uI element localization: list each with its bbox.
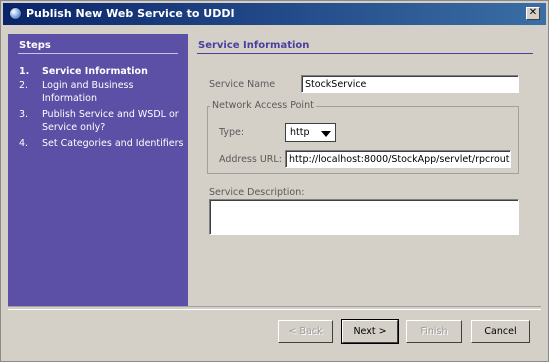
service-description-label: Service Description:: [209, 187, 305, 198]
close-button[interactable]: ✕: [526, 7, 540, 20]
step-number: 4.: [19, 138, 29, 149]
step-label: Login and Business Information: [42, 80, 134, 104]
step-item: 4. Set Categories and Identifiers: [19, 137, 184, 150]
next-button[interactable]: Next >: [341, 319, 399, 344]
service-name-input[interactable]: StockService: [301, 75, 519, 93]
section-divider: [197, 53, 533, 54]
chevron-down-icon[interactable]: [321, 131, 331, 137]
form-panel: Service Information Service Name StockSe…: [188, 34, 541, 306]
globe-icon: [9, 7, 22, 20]
type-select[interactable]: http: [285, 123, 336, 142]
steps-divider: [18, 53, 178, 54]
step-number: 3.: [19, 109, 29, 120]
type-label: Type:: [219, 127, 245, 138]
step-label: Publish Service and WSDL or Service only…: [42, 109, 179, 133]
button-bar-divider: [8, 306, 541, 310]
type-selected-value: http: [290, 127, 310, 138]
window-title: Publish New Web Service to UDDI: [26, 7, 235, 20]
service-name-label: Service Name: [209, 79, 276, 90]
address-url-input[interactable]: http://localhost:8000/StockApp/servlet/r…: [285, 150, 511, 168]
step-label: Service Information: [42, 66, 148, 77]
title-bar[interactable]: Publish New Web Service to UDDI ✕: [3, 3, 546, 25]
dialog-window: Publish New Web Service to UDDI ✕ Steps …: [0, 0, 549, 362]
finish-button[interactable]: Finish: [406, 320, 462, 343]
step-number: 2.: [19, 80, 29, 91]
steps-title: Steps: [19, 40, 51, 51]
step-item: 1. Service Information: [19, 65, 184, 78]
step-number: 1.: [19, 66, 30, 77]
cancel-button[interactable]: Cancel: [471, 320, 530, 343]
steps-panel: Steps 1. Service Information 2. Login an…: [8, 34, 188, 306]
step-label: Set Categories and Identifiers: [42, 138, 184, 149]
network-access-point-label: Network Access Point: [210, 100, 316, 111]
service-description-textarea[interactable]: [209, 199, 519, 235]
address-url-label: Address URL:: [219, 154, 282, 165]
back-button[interactable]: < Back: [278, 320, 333, 343]
step-item: 3. Publish Service and WSDL or Service o…: [19, 108, 184, 134]
section-title: Service Information: [198, 40, 310, 51]
step-item: 2. Login and Business Information: [19, 79, 184, 105]
